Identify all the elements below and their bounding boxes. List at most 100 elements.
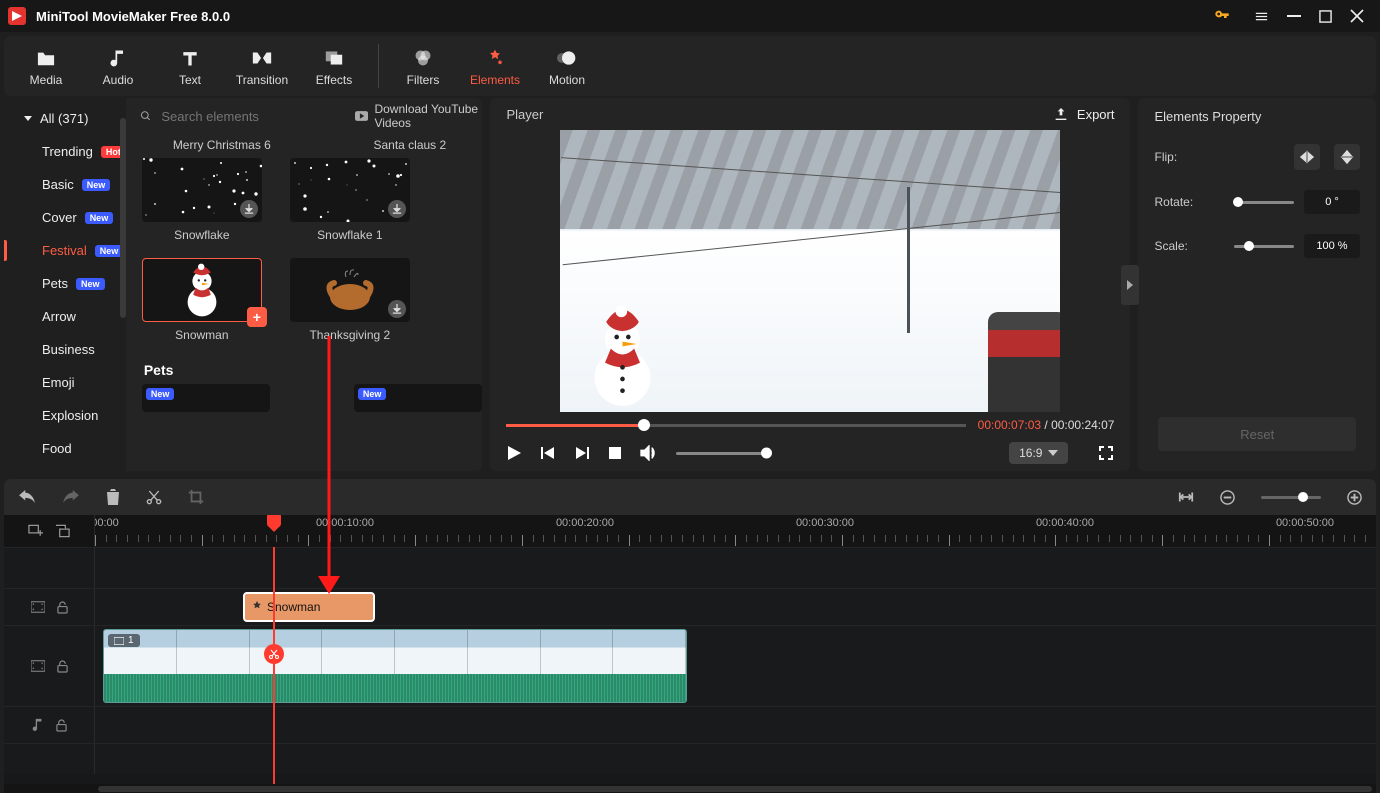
element-label: Thanksgiving 2 xyxy=(290,328,410,342)
tab-text[interactable]: Text xyxy=(154,36,226,96)
menu-icon[interactable] xyxy=(1254,9,1269,24)
preview-canvas[interactable] xyxy=(560,130,1060,412)
tab-media[interactable]: Media xyxy=(10,36,82,96)
flip-horizontal-button[interactable] xyxy=(1294,144,1320,170)
tab-motion[interactable]: Motion xyxy=(531,36,603,96)
sidebar-all[interactable]: All (371) xyxy=(4,102,126,135)
element-thumb[interactable] xyxy=(142,158,262,222)
sidebar-item-cover[interactable]: CoverNew xyxy=(4,201,126,234)
play-button[interactable] xyxy=(506,445,522,461)
ruler-label: 00:00:50:00 xyxy=(1276,517,1334,529)
track-video[interactable]: 1 xyxy=(95,626,1376,706)
lock-icon[interactable] xyxy=(57,660,68,673)
seek-bar[interactable] xyxy=(506,424,965,427)
timeline-fit-button[interactable] xyxy=(1178,489,1194,505)
timeline-hscroll[interactable] xyxy=(4,784,1376,793)
zoom-in-button[interactable] xyxy=(1347,490,1362,505)
tab-effects[interactable]: Effects xyxy=(298,36,370,96)
aspect-ratio-select[interactable]: 16:9 xyxy=(1009,442,1068,464)
scale-label: Scale: xyxy=(1154,239,1224,253)
split-button[interactable] xyxy=(146,489,162,505)
zoom-out-button[interactable] xyxy=(1220,490,1235,505)
timeline-element-clip[interactable]: Snowman xyxy=(243,592,375,622)
ruler-label: 00:00:10:00 xyxy=(316,517,374,529)
element-thumb[interactable]: New xyxy=(354,384,482,412)
tab-elements[interactable]: Elements xyxy=(459,36,531,96)
element-label: Merry Christmas 6 xyxy=(142,134,302,152)
scale-value[interactable] xyxy=(1304,234,1360,258)
upgrade-key-icon[interactable] xyxy=(1214,8,1230,24)
lock-icon[interactable] xyxy=(57,601,68,614)
download-icon[interactable] xyxy=(388,200,406,218)
undo-button[interactable] xyxy=(18,490,36,504)
playhead-handle[interactable] xyxy=(267,515,281,527)
volume-icon[interactable] xyxy=(640,445,658,461)
add-element-button[interactable]: + xyxy=(247,307,267,327)
tab-filters[interactable]: Filters xyxy=(387,36,459,96)
flip-label: Flip: xyxy=(1154,150,1224,164)
add-track-below-icon[interactable] xyxy=(55,524,70,538)
reset-button[interactable]: Reset xyxy=(1158,417,1356,451)
sidebar-item-festival[interactable]: FestivalNew xyxy=(4,234,126,267)
rotate-slider[interactable] xyxy=(1234,201,1294,204)
sidebar-item-business[interactable]: Business xyxy=(4,333,126,366)
lock-icon[interactable] xyxy=(56,719,67,732)
player-title: Player xyxy=(506,107,543,122)
video-track-icon xyxy=(31,601,45,613)
main-toolbar: Media Audio Text Transition Effects Filt… xyxy=(4,36,1376,96)
collapse-properties-button[interactable] xyxy=(1121,265,1139,305)
volume-slider[interactable] xyxy=(676,452,766,455)
toolbar-divider xyxy=(378,44,379,88)
element-thumb[interactable]: + xyxy=(142,258,262,322)
split-marker[interactable] xyxy=(264,644,284,664)
tab-audio[interactable]: Audio xyxy=(82,36,154,96)
track-header-elements xyxy=(4,589,95,625)
delete-button[interactable] xyxy=(106,489,120,505)
export-icon xyxy=(1053,106,1069,122)
sidebar-item-pets[interactable]: PetsNew xyxy=(4,267,126,300)
sidebar-item-basic[interactable]: BasicNew xyxy=(4,168,126,201)
sidebar-item-emoji[interactable]: Emoji xyxy=(4,366,126,399)
track-header-video xyxy=(4,626,95,706)
track-audio[interactable] xyxy=(95,707,1376,743)
titlebar: MiniTool MovieMaker Free 8.0.0 xyxy=(0,0,1380,32)
element-thumb[interactable] xyxy=(290,258,410,322)
ruler-label: 00:00 xyxy=(95,517,119,529)
sidebar-item-trending[interactable]: TrendingHot xyxy=(4,135,126,168)
rotate-value[interactable] xyxy=(1304,190,1360,214)
download-icon[interactable] xyxy=(388,300,406,318)
ruler-label: 00:00:20:00 xyxy=(556,517,614,529)
export-button[interactable]: Export xyxy=(1053,106,1115,122)
track-add-buttons xyxy=(4,515,95,547)
close-icon[interactable] xyxy=(1350,9,1364,23)
minimize-icon[interactable] xyxy=(1287,9,1301,23)
library-grid: Merry Christmas 6 Santa claus 2 Snowflak… xyxy=(126,134,483,471)
maximize-icon[interactable] xyxy=(1319,10,1332,23)
next-frame-button[interactable] xyxy=(574,445,590,461)
zoom-slider[interactable] xyxy=(1261,496,1321,499)
sidebar-item-explosion[interactable]: Explosion xyxy=(4,399,126,432)
crop-button[interactable] xyxy=(188,489,204,505)
redo-button[interactable] xyxy=(62,490,80,504)
track-elements[interactable]: Snowman xyxy=(95,589,1376,625)
timeline-ruler[interactable]: 00:0000:00:10:0000:00:20:0000:00:30:0000… xyxy=(95,515,1376,547)
element-thumb[interactable] xyxy=(290,158,410,222)
tab-transition[interactable]: Transition xyxy=(226,36,298,96)
sidebar-item-food[interactable]: Food xyxy=(4,432,126,465)
fullscreen-button[interactable] xyxy=(1098,445,1114,461)
element-label: Snowman xyxy=(142,328,262,342)
download-icon[interactable] xyxy=(240,200,258,218)
sidebar-item-arrow[interactable]: Arrow xyxy=(4,300,126,333)
stop-button[interactable] xyxy=(608,446,622,460)
search-icon xyxy=(140,109,152,123)
app-title: MiniTool MovieMaker Free 8.0.0 xyxy=(36,9,230,24)
flip-vertical-button[interactable] xyxy=(1334,144,1360,170)
search-input[interactable] xyxy=(159,108,339,125)
scale-slider[interactable] xyxy=(1234,245,1294,248)
add-track-above-icon[interactable] xyxy=(28,524,43,538)
prev-frame-button[interactable] xyxy=(540,445,556,461)
timeline-panel: 00:0000:00:10:0000:00:20:0000:00:30:0000… xyxy=(4,479,1376,793)
youtube-download-link[interactable]: Download YouTube Videos xyxy=(355,102,482,130)
element-thumb[interactable]: New xyxy=(142,384,270,412)
timeline-video-clip[interactable]: 1 xyxy=(103,629,687,703)
